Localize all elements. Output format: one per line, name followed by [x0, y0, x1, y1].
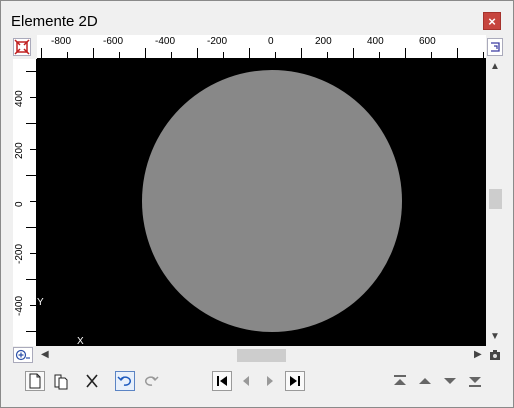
add-view-button[interactable]	[13, 347, 33, 363]
ruler-options-button[interactable]	[487, 38, 503, 56]
first-icon	[217, 376, 227, 386]
new-document-icon	[29, 373, 41, 389]
snapshot-button[interactable]	[488, 348, 502, 362]
next-icon	[267, 376, 273, 386]
elements-2d-window: Elemente 2D × -800 -600 -400 -200 0 200 …	[0, 0, 514, 408]
move-up-button[interactable]	[415, 371, 435, 391]
x-tick-label: -600	[103, 36, 124, 47]
undo-icon	[117, 376, 131, 386]
delete-icon	[86, 374, 98, 388]
y-tick-label: -400	[14, 295, 25, 316]
undo-button[interactable]	[115, 371, 135, 391]
move-top-button[interactable]	[390, 371, 410, 391]
scroll-down-icon[interactable]: ▼	[490, 331, 500, 343]
redo-button[interactable]	[141, 371, 161, 391]
move-down-icon	[444, 378, 456, 384]
next-button[interactable]	[260, 371, 280, 391]
new-document-button[interactable]	[25, 371, 45, 391]
x-tick-label: 400	[367, 36, 384, 47]
copy-document-icon	[54, 374, 68, 390]
circle-element[interactable]	[142, 70, 402, 332]
previous-icon	[243, 376, 249, 386]
move-bottom-button[interactable]	[465, 371, 485, 391]
x-tick-label: 200	[315, 36, 332, 47]
camera-icon	[490, 350, 500, 360]
copy-document-button[interactable]	[51, 371, 71, 391]
first-button[interactable]	[212, 371, 232, 391]
move-down-button[interactable]	[440, 371, 460, 391]
horizontal-scroll-thumb[interactable]	[237, 349, 286, 362]
add-view-icon	[15, 349, 30, 361]
vertical-scroll-thumb[interactable]	[489, 189, 502, 209]
previous-button[interactable]	[236, 371, 256, 391]
y-tick-label: 400	[14, 90, 25, 107]
close-button[interactable]: ×	[483, 12, 501, 30]
x-tick-label: -400	[155, 36, 176, 47]
zoom-extents-icon	[14, 39, 30, 55]
y-tick-label: 200	[14, 142, 25, 159]
vertical-ruler: 400 200 0 -200 -400	[13, 59, 37, 346]
x-tick-label: 600	[419, 36, 436, 47]
last-button[interactable]	[285, 371, 305, 391]
move-top-icon	[394, 375, 406, 385]
horizontal-scrollbar[interactable]: ◀ ▶	[37, 347, 486, 363]
horizontal-ruler: -800 -600 -400 -200 0 200 400 600	[37, 35, 486, 59]
scroll-left-icon[interactable]: ◀	[41, 349, 49, 361]
drawing-canvas[interactable]: Y X	[37, 59, 486, 346]
y-axis-label: Y	[37, 297, 44, 308]
vertical-scrollbar[interactable]: ▲ ▼	[487, 59, 503, 346]
zoom-extents-button[interactable]	[13, 38, 31, 56]
title-bar: Elemente 2D ×	[1, 1, 513, 31]
scroll-up-icon[interactable]: ▲	[490, 61, 500, 73]
last-icon	[290, 376, 300, 386]
x-tick-label: -800	[51, 36, 72, 47]
x-axis-label: X	[77, 336, 84, 346]
window-title: Elemente 2D	[11, 13, 98, 30]
ruler-options-icon	[491, 42, 500, 52]
x-tick-label: -200	[207, 36, 228, 47]
scroll-right-icon[interactable]: ▶	[474, 349, 482, 361]
move-up-icon	[419, 378, 431, 384]
redo-icon	[145, 376, 159, 386]
move-bottom-icon	[469, 377, 481, 387]
y-tick-label: 0	[14, 201, 25, 207]
delete-button[interactable]	[82, 371, 102, 391]
x-tick-label: 0	[268, 36, 274, 47]
y-tick-label: -200	[14, 243, 25, 264]
